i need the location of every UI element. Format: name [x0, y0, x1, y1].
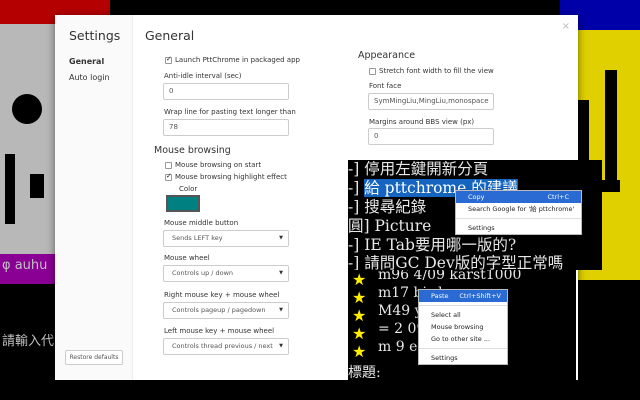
font-face-input[interactable]: SymMingLiu,MingLiu,monospace [368, 93, 494, 110]
settings-sidebar: Settings General Auto login Restore defa… [55, 15, 133, 380]
page-title: General [145, 28, 195, 43]
menu-item-go-to-other-site[interactable]: Go to other site ... [419, 333, 507, 345]
font-face-label: Font face [369, 82, 402, 90]
star-icon: ★ [352, 270, 367, 289]
right-wheel-label: Right mouse key + mouse wheel [164, 291, 280, 299]
mouse-on-start-checkbox[interactable] [165, 162, 172, 169]
anti-idle-label: Anti-idle interval (sec) [164, 72, 242, 80]
left-wheel-label: Left mouse key + mouse wheel [164, 327, 275, 335]
menu-item-settings[interactable]: Settings [456, 222, 581, 234]
anti-idle-input[interactable]: 0 [163, 83, 289, 100]
chevron-down-icon: ▼ [279, 235, 283, 241]
menu-item-search-google[interactable]: Search Google for '給 pttchrome' [456, 203, 581, 215]
term-line: -] 請問GC Dev版的字型正常嗎 [348, 254, 564, 270]
appearance-heading: Appearance [358, 50, 416, 61]
wrap-line-input[interactable]: 78 [163, 119, 289, 136]
sidebar-item-general[interactable]: General [69, 57, 104, 66]
launch-packaged-label: Launch PttChrome in packaged app [175, 56, 300, 64]
stretch-font-checkbox[interactable] [369, 68, 376, 75]
term-prompt: 標題: [348, 365, 381, 381]
mouse-wheel-label: Mouse wheel [164, 254, 210, 262]
menu-item-mouse-browsing[interactable]: Mouse browsing [419, 321, 507, 333]
restore-defaults-button[interactable]: Restore defaults [65, 350, 123, 365]
menu-item-settings[interactable]: Settings [419, 352, 507, 364]
mouse-on-start-label: Mouse browsing on start [175, 161, 262, 169]
chevron-down-icon: ▼ [279, 307, 283, 313]
middle-button-label: Mouse middle button [164, 219, 239, 227]
star-icon: ★ [352, 306, 367, 325]
mouse-highlight-label: Mouse browsing highlight effect [175, 173, 287, 181]
bg-text-prompt: 請輸入代 [2, 334, 55, 349]
middle-button-select[interactable]: Sends LEFT key ▼ [163, 230, 289, 247]
mouse-highlight-checkbox[interactable] [165, 172, 172, 181]
chevron-down-icon: ▼ [279, 343, 283, 349]
chevron-down-icon: ▼ [279, 270, 283, 276]
margins-label: Margins around BBS view (px) [369, 118, 475, 126]
menu-item-select-all[interactable]: Select all [419, 309, 507, 321]
stretch-font-label: Stretch font width to fill the view [379, 67, 494, 75]
bg-gray-art [0, 24, 60, 254]
color-label: Color [179, 185, 198, 193]
mouse-wheel-select[interactable]: Controls up / down ▼ [163, 265, 289, 282]
left-wheel-select[interactable]: Controls thread previous / next ▼ [163, 338, 289, 355]
menu-item-paste[interactable]: Paste Ctrl+Shift+V [419, 290, 507, 302]
launch-packaged-checkbox[interactable] [165, 55, 172, 64]
term-line: m96 4/09 karst1000 [378, 270, 522, 283]
margins-input[interactable]: 0 [368, 128, 494, 145]
close-icon[interactable]: × [562, 21, 570, 32]
menu-item-copy[interactable]: Copy Ctrl+C [456, 191, 581, 203]
bg-text-user: φ auhu [2, 258, 48, 273]
color-swatch[interactable] [166, 195, 200, 212]
star-icon: ★ [352, 324, 367, 343]
context-menu-paste: Paste Ctrl+Shift+V Select all Mouse brows… [418, 289, 508, 365]
right-wheel-select[interactable]: Controls pageup / pagedown ▼ [163, 302, 289, 319]
star-icon: ★ [352, 288, 367, 307]
context-menu-copy: Copy Ctrl+C Search Google for '給 pttchrom… [455, 190, 582, 235]
sidebar-item-auto-login[interactable]: Auto login [69, 73, 110, 82]
star-icon: ★ [352, 342, 367, 361]
wrap-line-label: Wrap line for pasting text longer than [164, 108, 296, 116]
mouse-browsing-heading: Mouse browsing [154, 145, 231, 156]
sidebar-title: Settings [69, 28, 121, 43]
